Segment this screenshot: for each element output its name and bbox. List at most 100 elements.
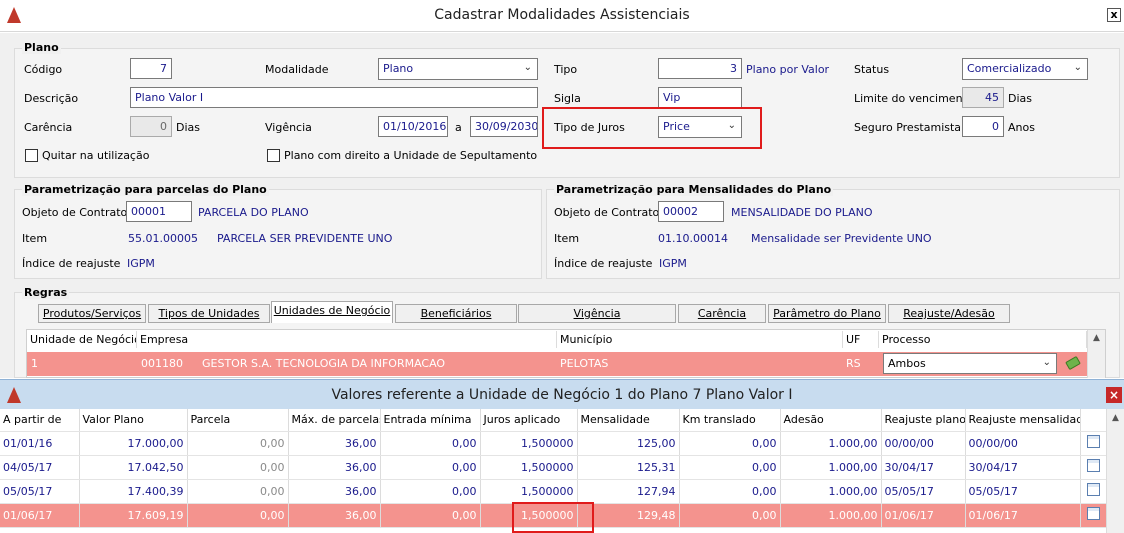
tab-unidades-de-negocio[interactable]: Unidades de Negócio	[271, 301, 393, 323]
quitar-checkbox[interactable]	[25, 149, 38, 162]
parcelas-indice-label: Índice de reajuste	[22, 257, 121, 270]
table-cell: 125,00	[577, 431, 680, 456]
juros-select[interactable]: Price ⌄	[658, 116, 742, 138]
detail-grid-icon[interactable]	[1086, 483, 1100, 496]
grid-scrollbar[interactable]: ▲	[1087, 330, 1105, 378]
sepultamento-checkbox[interactable]	[267, 149, 280, 162]
detail-grid-icon[interactable]	[1086, 459, 1100, 472]
seguro-label: Seguro Prestamista	[854, 121, 962, 134]
table-cell: 05/05/17	[881, 479, 966, 504]
modalidade-select[interactable]: Plano ⌄	[378, 58, 538, 80]
descricao-field[interactable]: Plano Valor I	[130, 87, 538, 108]
valores-title: Valores referente a Unidade de Negócio 1…	[331, 387, 793, 403]
header-reajuste-plano: Reajuste plano	[881, 409, 966, 432]
table-cell: 0,00	[380, 479, 481, 504]
close-icon[interactable]: x	[1107, 8, 1121, 22]
table-cell: 05/05/17	[0, 479, 80, 504]
tab-tipos-de-unidades[interactable]: Tipos de Unidades	[148, 304, 270, 323]
carencia-label: Carência	[24, 121, 73, 134]
chevron-down-icon: ⌄	[1042, 357, 1051, 368]
detail-grid-icon[interactable]	[1086, 435, 1100, 448]
table-cell: 0,00	[380, 455, 481, 480]
vigencia-separator: a	[455, 121, 462, 134]
sigla-field[interactable]: Vip	[658, 87, 742, 108]
tab-beneficiarios[interactable]: Beneficiários	[395, 304, 517, 323]
window-title: Cadastrar Modalidades Assistenciais	[434, 7, 690, 23]
seguro-field[interactable]: 0	[962, 116, 1004, 137]
window-titlebar: Cadastrar Modalidades Assistenciais x	[0, 0, 1124, 32]
tab-carencia[interactable]: Carência	[678, 304, 766, 323]
chevron-down-icon: ⌄	[727, 120, 736, 131]
table-cell: 00/00/00	[881, 431, 966, 456]
header-mensalidade: Mensalidade	[577, 409, 680, 432]
detail-grid-icon[interactable]	[1086, 507, 1100, 520]
row-municipio: PELOTAS	[560, 357, 609, 370]
tipo-field[interactable]: 3	[658, 58, 742, 79]
mensalidades-objeto-field[interactable]: 00002	[658, 201, 724, 222]
chevron-down-icon: ⌄	[523, 62, 532, 73]
parcelas-item-code: 55.01.00005	[128, 232, 198, 245]
scroll-up-icon[interactable]: ▲	[1107, 409, 1124, 423]
juros-label: Tipo de Juros	[554, 121, 625, 134]
chevron-down-icon: ⌄	[1073, 62, 1082, 73]
status-value: Comercializado	[967, 62, 1052, 75]
vigencia-to-field[interactable]: 30/09/2030	[470, 116, 538, 137]
money-icon[interactable]	[1065, 356, 1081, 370]
table-cell: 0,00	[679, 455, 781, 480]
table-cell: 36,00	[288, 503, 381, 528]
header-entrada-minima: Entrada mínima	[380, 409, 481, 432]
grid-header-municipio: Município	[557, 331, 843, 348]
table-cell: 17.609,19	[79, 503, 188, 528]
header-valor-plano: Valor Plano	[79, 409, 188, 432]
table-cell: 1,500000	[480, 431, 578, 456]
mensalidades-item-code: 01.10.00014	[658, 232, 728, 245]
header-actions	[1080, 409, 1107, 432]
processo-select[interactable]: Ambos ⌄	[883, 353, 1057, 374]
descricao-label: Descrição	[24, 92, 79, 105]
grid-header-unidade: Unidade de Negócio	[27, 331, 137, 348]
valores-scrollbar[interactable]: ▲	[1106, 409, 1124, 533]
table-cell: 1.000,00	[780, 431, 882, 456]
tab-parametro-do-plano[interactable]: Parâmetro do Plano	[768, 304, 886, 323]
mensalidades-title: Parametrização para Mensalidades do Plan…	[554, 183, 834, 196]
row-empresa-name: GESTOR S.A. TECNOLOGIA DA INFORMACAO	[202, 357, 446, 370]
header-adesao: Adesão	[780, 409, 882, 432]
header-parcela: Parcela	[187, 409, 289, 432]
codigo-field[interactable]: 7	[130, 58, 172, 79]
table-cell: 00/00/00	[965, 431, 1081, 456]
table-row[interactable]: 04/05/17 17.042,50 0,00 36,00 0,00 1,500000 12…	[0, 455, 1107, 480]
tipo-description: Plano por Valor	[746, 63, 830, 76]
table-cell: 01/06/17	[965, 503, 1081, 528]
regras-title: Regras	[22, 286, 70, 299]
sepultamento-label: Plano com direito a Unidade de Sepultame…	[284, 149, 538, 162]
table-row[interactable]: 05/05/17 17.400,39 0,00 36,00 0,00 1,500000 12…	[0, 479, 1107, 504]
close-icon[interactable]: ×	[1106, 387, 1122, 403]
table-cell: 04/05/17	[0, 455, 80, 480]
vigencia-from-field[interactable]: 01/10/2016	[378, 116, 448, 137]
table-cell: 0,00	[187, 431, 289, 456]
tab-produtos-servicos[interactable]: Produtos/Serviços	[38, 304, 146, 323]
tab-vigencia[interactable]: Vigência	[518, 304, 676, 323]
table-cell: 36,00	[288, 431, 381, 456]
mensalidades-item-desc: Mensalidade ser Previdente UNO	[751, 232, 932, 245]
vigencia-label: Vigência	[265, 121, 312, 134]
status-select[interactable]: Comercializado ⌄	[962, 58, 1088, 80]
row-uf: RS	[846, 357, 861, 370]
tab-reajuste-adesao[interactable]: Reajuste/Adesão	[888, 304, 1010, 323]
grid-header-processo: Processo	[879, 331, 1087, 348]
sigla-label: Sigla	[554, 92, 581, 105]
table-cell: 17.400,39	[79, 479, 188, 504]
scroll-up-icon[interactable]: ▲	[1088, 330, 1105, 343]
table-cell: 36,00	[288, 479, 381, 504]
parcelas-objeto-label: Objeto de Contrato	[22, 206, 128, 219]
modalidade-label: Modalidade	[265, 63, 329, 76]
row-unidade: 1	[31, 357, 38, 370]
table-cell: 05/05/17	[965, 479, 1081, 504]
carencia-field[interactable]: 0	[130, 116, 172, 137]
parcelas-objeto-field[interactable]: 00001	[126, 201, 192, 222]
mensalidades-indice-value: IGPM	[659, 257, 687, 270]
seguro-unit: Anos	[1008, 121, 1035, 134]
limite-field[interactable]: 45	[962, 87, 1004, 108]
table-row[interactable]: 01/01/16 17.000,00 0,00 36,00 0,00 1,500000 12…	[0, 431, 1107, 456]
table-cell: 1.000,00	[780, 479, 882, 504]
